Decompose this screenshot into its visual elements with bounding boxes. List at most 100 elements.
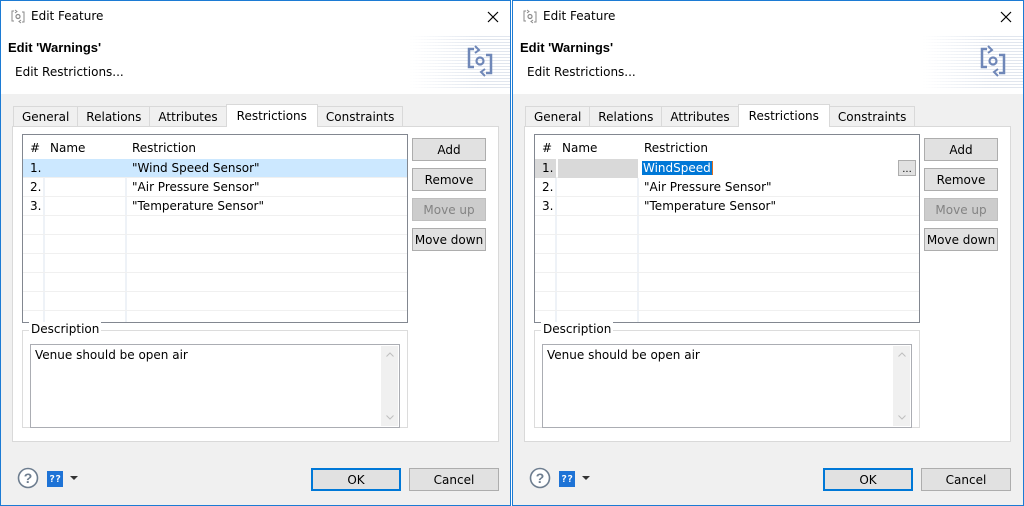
table-header: # Name Restriction bbox=[23, 135, 407, 159]
move-down-button[interactable]: Move down bbox=[924, 228, 998, 251]
empty-row bbox=[23, 216, 407, 235]
banner-stripes bbox=[923, 34, 1023, 90]
edit-feature-dialog-left: Edit Feature Edit 'Warnings' Edit Restri… bbox=[0, 0, 511, 506]
chevron-up-icon bbox=[897, 352, 906, 357]
ok-button[interactable]: OK bbox=[823, 468, 913, 491]
banner-title: Edit 'Warnings' bbox=[8, 40, 102, 55]
close-button[interactable] bbox=[476, 1, 510, 32]
restrictions-table[interactable]: # Name Restriction 1. "Wind Speed Sensor… bbox=[22, 134, 408, 323]
table-row-editing[interactable]: 1. WindSpeed ... bbox=[535, 159, 919, 178]
row-action-buttons: Add Remove Move up Move down bbox=[924, 138, 999, 258]
title-bar: Edit Feature bbox=[1, 1, 510, 32]
description-label: Description bbox=[541, 322, 614, 336]
window-title: Edit Feature bbox=[31, 9, 104, 23]
row-restriction[interactable]: "Temperature Sensor" bbox=[132, 199, 264, 213]
close-icon bbox=[1000, 11, 1012, 22]
dropdown-arrow-icon[interactable] bbox=[582, 476, 590, 480]
feature-banner-icon bbox=[467, 45, 493, 77]
banner-subtitle: Edit Restrictions... bbox=[527, 65, 636, 79]
scroll-up-arrow[interactable] bbox=[381, 346, 398, 363]
scroll-up-arrow[interactable] bbox=[893, 346, 910, 363]
column-header-restriction[interactable]: Restriction bbox=[644, 141, 708, 155]
feature-app-icon bbox=[11, 9, 25, 24]
language-icon[interactable]: ?? bbox=[559, 471, 575, 487]
feature-banner-icon bbox=[980, 45, 1006, 77]
chevron-up-icon bbox=[385, 352, 394, 357]
selected-text: WindSpeed bbox=[642, 161, 712, 175]
table-row[interactable]: 3. "Temperature Sensor" bbox=[23, 197, 407, 216]
row-number: 3. bbox=[30, 199, 42, 213]
column-header-number[interactable]: # bbox=[30, 141, 40, 155]
description-label: Description bbox=[29, 322, 102, 336]
description-textarea[interactable]: Venue should be open air bbox=[30, 344, 400, 428]
empty-row bbox=[535, 216, 919, 235]
move-down-button[interactable]: Move down bbox=[412, 228, 486, 251]
column-header-name[interactable]: Name bbox=[562, 141, 597, 155]
empty-row bbox=[535, 292, 919, 311]
scroll-down-arrow[interactable] bbox=[381, 409, 398, 426]
description-group: Description Venue should be open air bbox=[22, 322, 408, 428]
row-number: 2. bbox=[542, 180, 554, 194]
row-restriction[interactable]: "Temperature Sensor" bbox=[644, 199, 776, 213]
row-number: 1. bbox=[30, 161, 42, 175]
row-action-buttons: Add Remove Move up Move down bbox=[412, 138, 487, 258]
description-textarea[interactable]: Venue should be open air bbox=[542, 344, 912, 428]
tab-constraints[interactable]: Constraints bbox=[828, 106, 916, 127]
empty-row bbox=[23, 292, 407, 311]
restriction-edit-input[interactable]: WindSpeed ... bbox=[638, 159, 919, 178]
description-text: Venue should be open air bbox=[35, 348, 188, 362]
tab-general[interactable]: General bbox=[525, 106, 591, 127]
dropdown-arrow-icon[interactable] bbox=[70, 476, 78, 480]
description-group: Description Venue should be open air bbox=[534, 322, 920, 428]
close-button[interactable] bbox=[989, 1, 1023, 32]
row-restriction[interactable]: "Air Pressure Sensor" bbox=[644, 180, 772, 194]
banner-title: Edit 'Warnings' bbox=[520, 40, 614, 55]
browse-ellipsis-button[interactable]: ... bbox=[898, 160, 916, 176]
row-number: 1. bbox=[542, 161, 554, 175]
cancel-button[interactable]: Cancel bbox=[409, 468, 499, 491]
edit-feature-dialog-right: Edit Feature Edit 'Warnings' Edit Restri… bbox=[512, 0, 1024, 506]
row-restriction[interactable]: "Wind Speed Sensor" bbox=[132, 161, 260, 175]
tab-relations[interactable]: Relations bbox=[77, 106, 151, 127]
tab-general[interactable]: General bbox=[13, 106, 79, 127]
tab-restrictions[interactable]: Restrictions bbox=[737, 104, 830, 127]
description-text: Venue should be open air bbox=[547, 348, 700, 362]
add-button[interactable]: Add bbox=[924, 138, 998, 161]
title-bar: Edit Feature bbox=[513, 1, 1023, 32]
tab-restrictions[interactable]: Restrictions bbox=[225, 104, 318, 127]
tab-attributes[interactable]: Attributes bbox=[149, 106, 227, 127]
description-scrollbar[interactable] bbox=[381, 346, 398, 426]
remove-button[interactable]: Remove bbox=[412, 168, 486, 191]
cancel-button[interactable]: Cancel bbox=[921, 468, 1011, 491]
table-row[interactable]: 3. "Temperature Sensor" bbox=[535, 197, 919, 216]
feature-app-icon bbox=[523, 9, 537, 24]
tab-relations[interactable]: Relations bbox=[589, 106, 663, 127]
tab-constraints[interactable]: Constraints bbox=[316, 106, 404, 127]
add-button[interactable]: Add bbox=[412, 138, 486, 161]
scroll-down-arrow[interactable] bbox=[893, 409, 910, 426]
ok-button[interactable]: OK bbox=[311, 468, 401, 491]
column-header-restriction[interactable]: Restriction bbox=[132, 141, 196, 155]
column-header-number[interactable]: # bbox=[542, 141, 552, 155]
help-icon[interactable]: ? bbox=[529, 467, 551, 489]
remove-button[interactable]: Remove bbox=[924, 168, 998, 191]
empty-row bbox=[535, 254, 919, 273]
table-row[interactable]: 2. "Air Pressure Sensor" bbox=[535, 178, 919, 197]
table-row[interactable]: 2. "Air Pressure Sensor" bbox=[23, 178, 407, 197]
banner: Edit 'Warnings' Edit Restrictions... bbox=[1, 32, 510, 94]
restrictions-panel: # Name Restriction 1. WindSpeed ... 2. "… bbox=[524, 126, 1011, 442]
row-restriction[interactable]: "Air Pressure Sensor" bbox=[132, 180, 260, 194]
help-icon[interactable]: ? bbox=[17, 467, 39, 489]
row-name[interactable] bbox=[558, 159, 638, 178]
column-header-name[interactable]: Name bbox=[50, 141, 85, 155]
text-caret bbox=[712, 161, 713, 175]
tab-strip: General Relations Attributes Restriction… bbox=[525, 104, 916, 127]
language-icon[interactable]: ?? bbox=[47, 471, 63, 487]
description-scrollbar[interactable] bbox=[893, 346, 910, 426]
window-title: Edit Feature bbox=[543, 9, 616, 23]
table-row[interactable]: 1. "Wind Speed Sensor" bbox=[23, 159, 407, 178]
restrictions-table[interactable]: # Name Restriction 1. WindSpeed ... 2. "… bbox=[534, 134, 920, 323]
tab-attributes[interactable]: Attributes bbox=[661, 106, 739, 127]
move-up-button[interactable]: Move up bbox=[924, 198, 998, 221]
move-up-button[interactable]: Move up bbox=[412, 198, 486, 221]
